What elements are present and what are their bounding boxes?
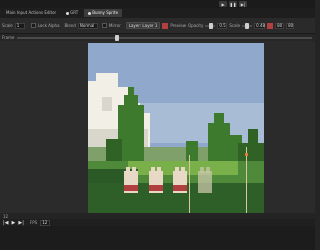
fps-field[interactable]: 12 [40,219,51,226]
opacity-field[interactable]: 0.5 [217,22,228,29]
frame-label: Frame [2,35,15,40]
pause-icon[interactable]: ❚❚ [229,1,237,7]
mirror-label: Mirror [108,23,121,28]
last-frame-icon[interactable]: ▶| [18,220,24,226]
value-b-field[interactable]: 80 [275,22,285,29]
opacity-label: Opacity [187,23,204,28]
play-button-icon[interactable]: ▶ [12,220,16,226]
lock-alpha-checkbox[interactable] [30,23,36,28]
tab-input-actions[interactable]: Main Input Actions Editor [2,9,60,17]
playback-bar: |◀ ▶ ▶| FPS 12 [0,219,315,226]
sprite-preview-image [88,43,264,213]
status-value: 12 [3,213,9,219]
sprite-icon [88,11,92,15]
scale2-label: Scale [229,23,241,28]
tab-bunny-sprite-label: Bunny Sprite [92,10,119,15]
tab-grt-label: GRT [70,10,79,15]
circle-icon [66,11,70,15]
opacity-slider-knob[interactable] [209,22,214,29]
top-bar: ▶ ❚❚ ▶| [0,0,315,8]
layer-button[interactable]: Layer: Layer 1 [125,22,161,29]
blend-label: Blend [64,23,76,28]
scale-label: Scale [2,23,13,28]
step-icon[interactable]: ▶| [239,1,247,7]
value-b-swatch[interactable] [267,22,274,29]
frame-slider-knob[interactable] [115,34,120,41]
value-c-field[interactable]: 80 [286,22,295,29]
editor-toolbar: Scale 1 Lock Alpha Blend Normal Mirror L… [0,18,315,34]
color-swatch[interactable] [162,22,169,29]
value-a-field[interactable]: 0.48 [254,22,266,29]
mirror-checkbox[interactable] [101,23,107,28]
frame-bar: Frame [0,34,315,41]
first-frame-icon[interactable]: |◀ [3,220,9,226]
frame-slider[interactable] [17,34,313,41]
scale2-slider[interactable] [242,22,253,29]
play-icon[interactable]: ▶ [219,1,227,7]
lower-panel [0,226,315,250]
scale2-slider-knob[interactable] [245,22,250,29]
scale-field[interactable]: 1 [14,22,25,29]
lock-alpha-label: Lock Alpha [37,23,60,28]
fps-label: FPS [29,220,38,225]
tab-grt[interactable]: GRT [62,9,82,17]
blend-dropdown[interactable]: Normal [77,22,98,29]
tab-bar: Main Input Actions Editor GRT Bunny Spri… [0,8,315,18]
opacity-slider[interactable] [205,22,216,29]
preview-label: Preview [170,23,186,28]
tab-bunny-sprite[interactable]: Bunny Sprite [84,9,123,17]
